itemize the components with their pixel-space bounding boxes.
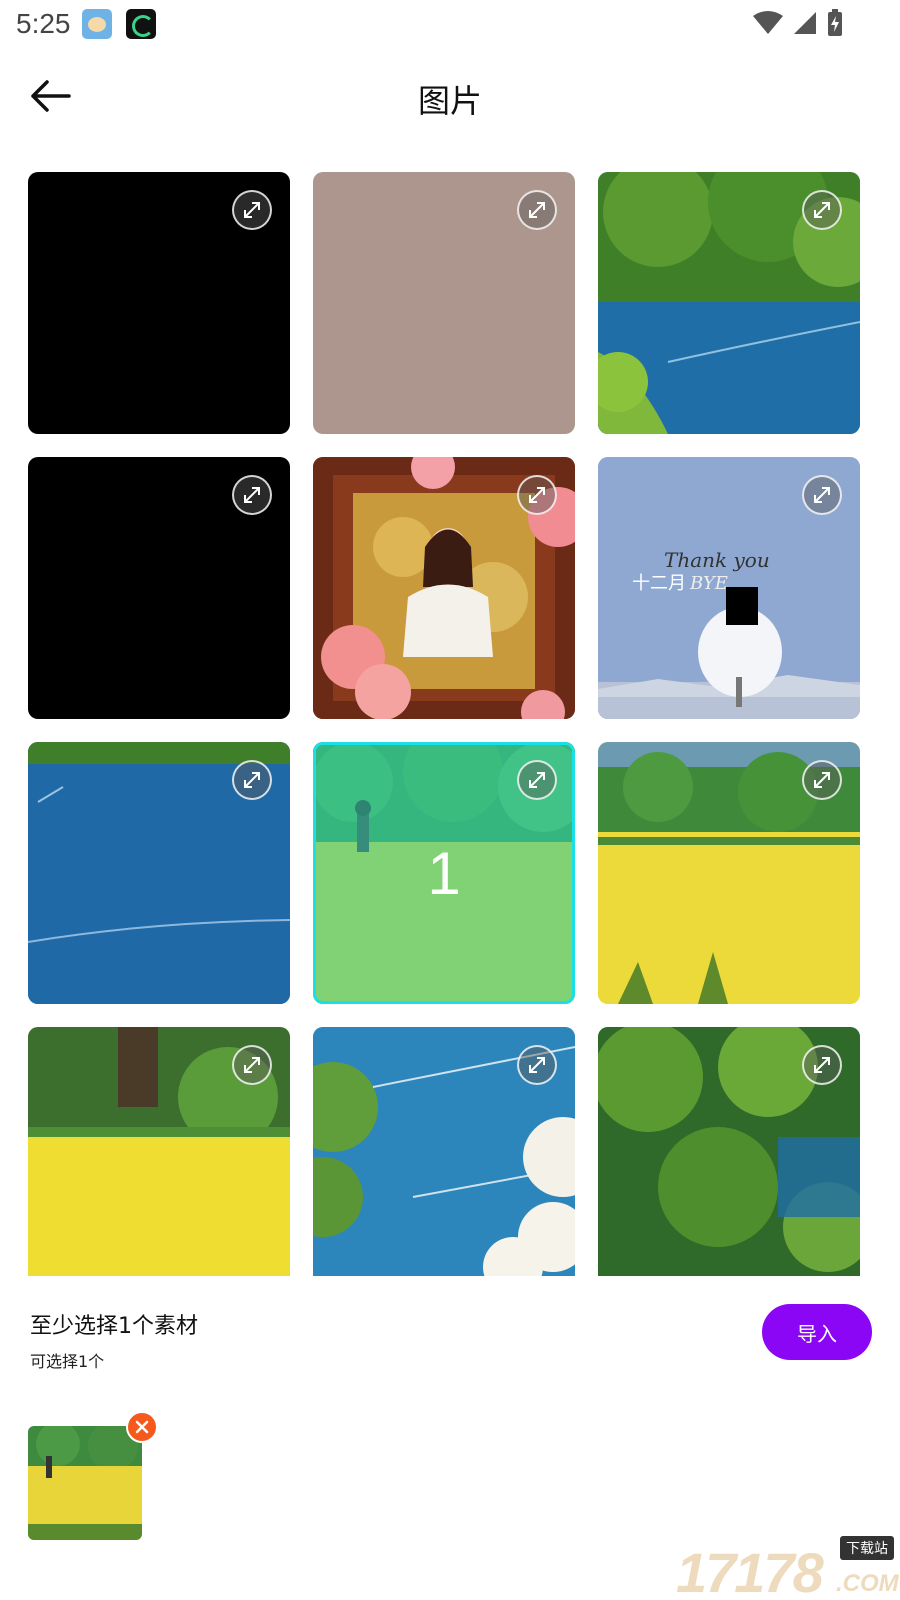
media-thumb-1[interactable] (28, 172, 290, 434)
media-thumb-10[interactable] (28, 1027, 290, 1276)
remove-selected-button[interactable] (126, 1411, 158, 1443)
expand-icon (529, 772, 545, 788)
media-thumb-11[interactable] (313, 1027, 575, 1276)
expand-button[interactable] (232, 1045, 272, 1085)
expand-button[interactable] (517, 1045, 557, 1085)
expand-icon (244, 487, 260, 503)
selected-item-thumb[interactable] (28, 1426, 142, 1540)
expand-icon (529, 487, 545, 503)
expand-icon (244, 772, 260, 788)
moon-app-icon (126, 9, 156, 39)
expand-button[interactable] (517, 760, 557, 800)
page-title: 图片 (417, 82, 482, 120)
overlay-text-month: 十二月 (632, 573, 686, 594)
media-thumb-12[interactable] (598, 1027, 860, 1276)
overlay-text-bye: BYE (689, 573, 728, 594)
expand-button[interactable] (802, 190, 842, 230)
expand-icon (529, 202, 545, 218)
expand-button[interactable] (802, 760, 842, 800)
close-icon (135, 1420, 149, 1434)
media-thumb-7[interactable] (28, 742, 290, 1004)
media-thumb-8[interactable]: 1 (313, 742, 575, 1004)
app-header: 图片 (0, 48, 900, 144)
media-grid: Thank you 十二月 BYE 1 (28, 172, 872, 1276)
selection-limit: 可选择1个 (30, 1352, 105, 1371)
watermark-tag: 下载站 (840, 1536, 894, 1560)
selection-hint: 至少选择1个素材 (30, 1314, 198, 1339)
overlay-text-thanks: Thank you (664, 548, 770, 572)
media-thumb-4[interactable] (28, 457, 290, 719)
expand-button[interactable] (802, 1045, 842, 1085)
signal-icon (794, 12, 816, 34)
expand-icon (244, 202, 260, 218)
media-thumb-2[interactable] (313, 172, 575, 434)
expand-icon (244, 1057, 260, 1073)
system-icons (752, 8, 844, 38)
media-thumb-6[interactable]: Thank you 十二月 BYE (598, 457, 860, 719)
media-thumb-5[interactable] (313, 457, 575, 719)
expand-button[interactable] (232, 190, 272, 230)
expand-icon (814, 202, 830, 218)
status-time: 5:25 (16, 8, 71, 39)
expand-button[interactable] (232, 760, 272, 800)
media-thumb-3[interactable] (598, 172, 860, 434)
watermark-number: 17178 (676, 1541, 824, 1600)
expand-icon (814, 487, 830, 503)
expand-icon (814, 772, 830, 788)
expand-icon (529, 1057, 545, 1073)
expand-button[interactable] (232, 475, 272, 515)
expand-icon (814, 1057, 830, 1073)
media-thumb-9[interactable] (598, 742, 860, 1004)
wifi-icon (753, 11, 783, 34)
watermark-domain: .COM (836, 1570, 899, 1597)
import-button[interactable]: 导入 (762, 1304, 872, 1360)
expand-button[interactable] (517, 190, 557, 230)
expand-button[interactable] (802, 475, 842, 515)
avatar-app-icon (82, 9, 112, 39)
selection-number: 1 (427, 839, 461, 907)
selected-field-image (28, 1426, 142, 1540)
watermark: 17178 下载站 .COM (676, 1530, 900, 1600)
status-bar: 5:25 (0, 0, 900, 48)
battery-charging-icon (828, 9, 842, 36)
expand-button[interactable] (517, 475, 557, 515)
